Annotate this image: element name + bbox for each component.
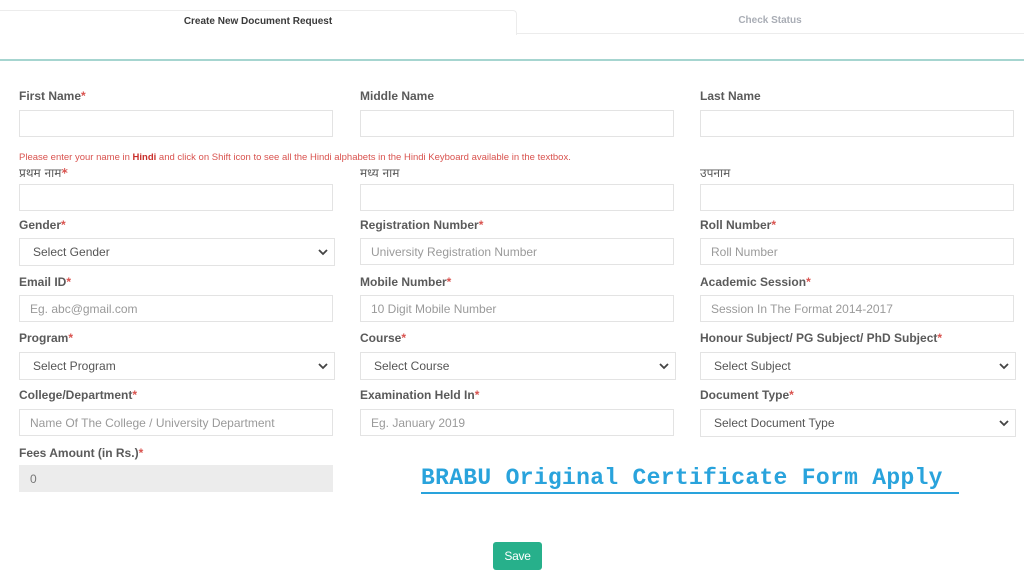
tab-create-new-document-request[interactable]: Create New Document Request: [0, 10, 517, 35]
registration-number-input[interactable]: [360, 238, 674, 265]
tab-check-status[interactable]: Check Status: [516, 10, 1024, 34]
first-name-input[interactable]: [19, 110, 333, 137]
course-label: Course*: [360, 331, 407, 345]
chevron-down-icon: [999, 420, 1009, 427]
document-type-label: Document Type*: [700, 388, 794, 402]
chevron-down-icon: [999, 363, 1009, 370]
academic-session-label: Academic Session*: [700, 275, 811, 289]
fees-amount-label: Fees Amount (in Rs.)*: [19, 446, 144, 460]
mobile-number-label: Mobile Number*: [360, 275, 452, 289]
save-button[interactable]: Save: [493, 542, 542, 570]
roll-number-input[interactable]: [700, 238, 1014, 265]
fees-amount-input: [19, 465, 333, 492]
mobile-number-input[interactable]: [360, 295, 674, 322]
email-label: Email ID*: [19, 275, 72, 289]
promo-title-link[interactable]: BRABU Original Certificate Form Apply: [421, 465, 959, 494]
middle-name-hindi-label: मध्य नाम: [360, 166, 400, 180]
subject-label: Honour Subject/ PG Subject/ PhD Subject*: [700, 331, 943, 345]
document-type-selected-value: Select Document Type: [714, 416, 835, 430]
course-selected-value: Select Course: [374, 359, 450, 373]
hindi-instruction-note: Please enter your name in Hindi and clic…: [19, 152, 571, 163]
examination-held-in-input[interactable]: [360, 409, 674, 436]
academic-session-input[interactable]: [700, 295, 1014, 322]
program-label: Program*: [19, 331, 74, 345]
gender-select[interactable]: Select Gender: [19, 238, 335, 266]
subject-selected-value: Select Subject: [714, 359, 791, 373]
tab-bar: Create New Document Request Check Status: [0, 0, 1024, 60]
program-selected-value: Select Program: [33, 359, 116, 373]
document-type-select[interactable]: Select Document Type: [700, 409, 1016, 437]
registration-number-label: Registration Number*: [360, 218, 484, 232]
program-select[interactable]: Select Program: [19, 352, 335, 380]
gender-selected-value: Select Gender: [33, 245, 110, 259]
middle-name-label: Middle Name: [360, 89, 435, 103]
college-department-input[interactable]: [19, 409, 333, 436]
examination-held-in-label: Examination Held In*: [360, 388, 480, 402]
subject-select[interactable]: Select Subject: [700, 352, 1016, 380]
first-name-label: First Name*: [19, 89, 86, 103]
gender-label: Gender*: [19, 218, 66, 232]
first-name-hindi-input[interactable]: [19, 184, 333, 211]
roll-number-label: Roll Number*: [700, 218, 777, 232]
last-name-hindi-label: उपनाम: [700, 166, 731, 180]
chevron-down-icon: [318, 363, 328, 370]
last-name-label: Last Name: [700, 89, 761, 103]
last-name-input[interactable]: [700, 110, 1014, 137]
last-name-hindi-input[interactable]: [700, 184, 1014, 211]
chevron-down-icon: [318, 249, 328, 256]
middle-name-hindi-input[interactable]: [360, 184, 674, 211]
college-department-label: College/Department*: [19, 388, 138, 402]
course-select[interactable]: Select Course: [360, 352, 676, 380]
email-input[interactable]: [19, 295, 333, 322]
chevron-down-icon: [659, 363, 669, 370]
middle-name-input[interactable]: [360, 110, 674, 137]
first-name-hindi-label: प्रथम नाम*: [19, 166, 68, 180]
tab-divider: [0, 59, 1024, 61]
